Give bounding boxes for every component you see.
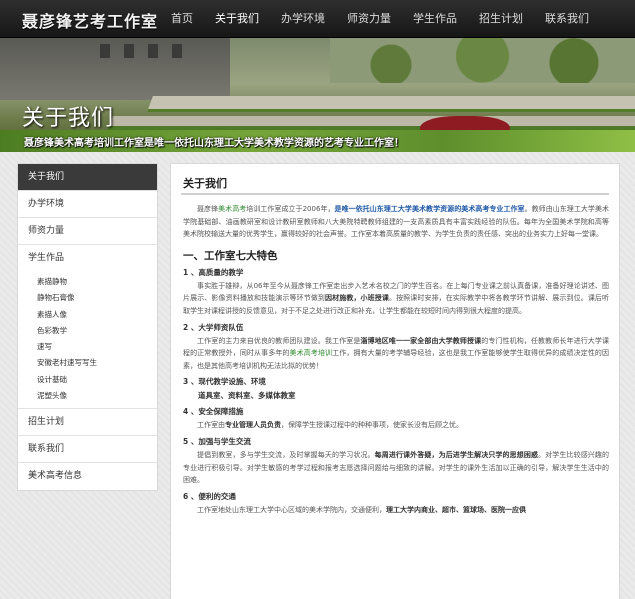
feature-facilities: 道具室、资料室、多媒体教室 bbox=[198, 391, 296, 401]
site-logo[interactable]: 聂彦锋艺考工作室 bbox=[22, 8, 158, 32]
feature-bold-text: 理工大学内商业、超市、篮球场、医院一应俱 bbox=[386, 505, 526, 514]
feature-bold-text: 因材施教，小班授课 bbox=[325, 294, 389, 303]
campus-banner-image: 关于我们 聂彦锋美术高考培训工作室是唯一依托山东理工大学美术教学资源的艺考专业工… bbox=[0, 38, 635, 152]
feature-bold-text: 专业管理人员负责 bbox=[225, 421, 281, 430]
banner-window bbox=[172, 44, 182, 58]
feature-bold-text: 淄博地区唯一一家全部由大学教师授课 bbox=[360, 336, 482, 345]
sidebar-item-exam-info[interactable]: 美术高考信息 bbox=[18, 463, 157, 490]
nav-about[interactable]: 关于我们 bbox=[204, 0, 270, 38]
banner-terrace bbox=[107, 116, 635, 130]
sidebar-sub-clay-head[interactable]: 泥塑头像 bbox=[18, 388, 157, 404]
feature-heading: 6 、便利的交通 bbox=[183, 491, 236, 501]
sidebar-sub-village-sketch[interactable]: 安徽老村速写写生 bbox=[18, 355, 157, 371]
nav-contact[interactable]: 联系我们 bbox=[534, 0, 600, 38]
top-nav-bar: 聂彦锋艺考工作室 首页 关于我们 办学环境 师资力量 学生作品 招生计划 联系我… bbox=[0, 0, 635, 38]
feature-link-exam[interactable]: 美术高考培训 bbox=[290, 349, 333, 357]
feature-text: 提倡到教室，多与学生交流，及时掌握每天的学习状况。 bbox=[197, 450, 375, 459]
feature-text: ，保障学生授课过程中的种种事项，使家长没有后顾之忧。 bbox=[281, 421, 463, 430]
banner-subtitle: 聂彦锋美术高考培训工作室是唯一依托山东理工大学美术教学资源的艺考专业工作室！ bbox=[24, 138, 404, 149]
sidebar-item-enrollment[interactable]: 招生计划 bbox=[18, 409, 157, 437]
feature-heading: 3 、现代教学设施、环境 bbox=[183, 377, 266, 387]
intro-text: 聂彦锋 bbox=[197, 205, 219, 213]
content-body: 聂彦锋美术高考培训工作室成立于2006年，是唯一依托山东理工大学美术教学资源的美… bbox=[171, 195, 619, 516]
sidebar-item-teachers[interactable]: 师资力量 bbox=[18, 218, 157, 245]
feature-text: 工作室由 bbox=[197, 421, 225, 430]
main-content: 关于我们 聂彦锋美术高考培训工作室成立于2006年，是唯一依托山东理工大学美术教… bbox=[170, 163, 620, 599]
sidebar-sub-quick-sketch[interactable]: 速写 bbox=[18, 339, 157, 355]
intro-text: 培训工作室成立于2006年， bbox=[246, 205, 335, 213]
banner-window bbox=[100, 44, 110, 58]
feature-heading: 5 、加强与学生交流 bbox=[183, 436, 251, 446]
section-heading: 一、工作室七大特色 bbox=[183, 249, 278, 262]
banner-window bbox=[148, 44, 158, 58]
banner-terrace bbox=[147, 96, 635, 112]
feature-heading: 1 、高质量的教学 bbox=[183, 267, 244, 277]
nav-teachers[interactable]: 师资力量 bbox=[336, 0, 402, 38]
sidebar-sub-plaster-still-life[interactable]: 静物石膏像 bbox=[18, 290, 157, 306]
banner-title: 关于我们 bbox=[22, 106, 115, 131]
sidebar-sub-color[interactable]: 色彩教学 bbox=[18, 323, 157, 339]
main-nav: 首页 关于我们 办学环境 师资力量 学生作品 招生计划 联系我们 bbox=[160, 0, 600, 38]
sidebar-item-environment[interactable]: 办学环境 bbox=[18, 191, 157, 218]
intro-paragraph: 聂彦锋美术高考培训工作室成立于2006年，是唯一依托山东理工大学美术教学资源的美… bbox=[183, 203, 609, 241]
sidebar-item-contact[interactable]: 联系我们 bbox=[18, 436, 157, 464]
intro-link-exam[interactable]: 美术高考 bbox=[218, 205, 246, 213]
banner-window bbox=[124, 44, 134, 58]
feature-heading: 2 、大学师资队伍 bbox=[183, 322, 244, 332]
feature-heading: 4 、安全保障措施 bbox=[183, 407, 244, 417]
feature-paragraph: 事实胜于雄辩，从06年至今从聂彦锋工作室走出步入艺术名校之门的学生百名。在上每门… bbox=[183, 280, 609, 318]
feature-bold-text: 每周进行课外答疑，为后进学生解决只学的思想困惑 bbox=[374, 450, 539, 459]
sidebar-item-about[interactable]: 关于我们 bbox=[18, 164, 157, 191]
banner-building bbox=[0, 38, 230, 100]
sidebar-sub-design-basics[interactable]: 设计基础 bbox=[18, 372, 157, 388]
nav-home[interactable]: 首页 bbox=[160, 0, 204, 38]
feature-text: 工作室的主力来自优良的教师团队建设。我工作室是 bbox=[197, 336, 361, 345]
content-title: 关于我们 bbox=[181, 172, 609, 195]
feature-text: 工作室地处山东理工大学中心区域的美术学院内，交通便利， bbox=[197, 505, 386, 514]
sidebar-sub-still-life-sketch[interactable]: 素描静物 bbox=[18, 274, 157, 290]
banner-trees bbox=[330, 38, 635, 83]
intro-highlight: 是唯一依托山东理工大学美术教学资源的美术高考专业工作室 bbox=[334, 205, 525, 213]
sidebar-sub-portrait-sketch[interactable]: 素描人像 bbox=[18, 307, 157, 323]
nav-environment[interactable]: 办学环境 bbox=[270, 0, 336, 38]
nav-student-works[interactable]: 学生作品 bbox=[402, 0, 468, 38]
feature-paragraph: 工作室由专业管理人员负责，保障学生授课过程中的种种事项，使家长没有后顾之忧。 bbox=[183, 419, 609, 432]
sidebar-item-student-works[interactable]: 学生作品 bbox=[18, 245, 157, 272]
sidebar-menu: 关于我们 办学环境 师资力量 学生作品 素描静物 静物石膏像 素描人像 色彩教学… bbox=[17, 163, 158, 492]
feature-paragraph: 工作室的主力来自优良的教师团队建设。我工作室是淄博地区唯一一家全部由大学教师授课… bbox=[183, 335, 609, 373]
feature-paragraph: 提倡到教室，多与学生交流，及时掌握每天的学习状况。每周进行课外答疑，为后进学生解… bbox=[183, 449, 609, 487]
feature-paragraph: 工作室地处山东理工大学中心区域的美术学院内，交通便利，理工大学内商业、超市、篮球… bbox=[183, 504, 609, 517]
nav-enrollment[interactable]: 招生计划 bbox=[468, 0, 534, 38]
sidebar-submenu: 素描静物 静物石膏像 素描人像 色彩教学 速写 安徽老村速写写生 设计基础 泥塑… bbox=[18, 272, 157, 410]
